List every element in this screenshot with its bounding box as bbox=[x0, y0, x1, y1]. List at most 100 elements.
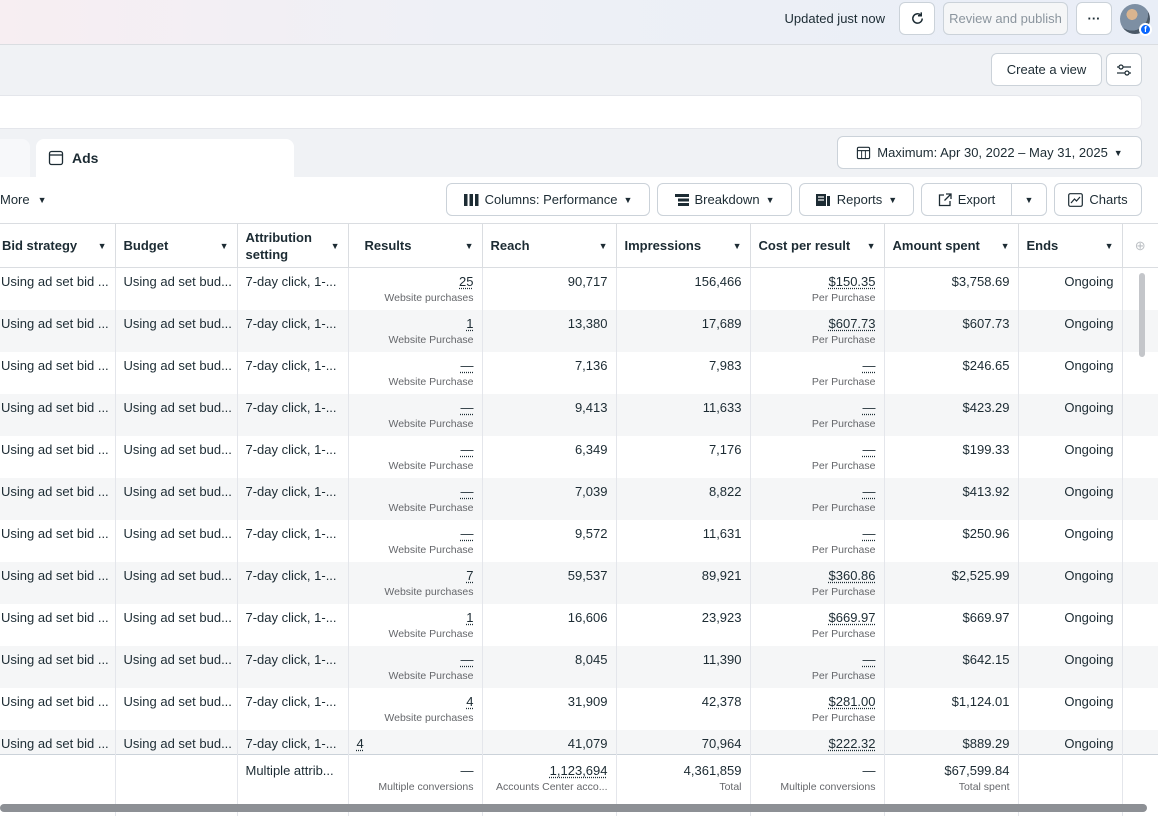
top-bar: Updated just now Review and publish ··· … bbox=[0, 0, 1158, 45]
column-header-cost-per-result[interactable]: Cost per result ▼ bbox=[750, 223, 885, 268]
column-header-results[interactable]: Results ▼ bbox=[348, 223, 483, 268]
export-button[interactable]: Export bbox=[921, 183, 1012, 216]
cost-per-result-value[interactable]: $281.00 bbox=[759, 694, 876, 709]
cost-per-result-value[interactable]: — bbox=[759, 442, 876, 457]
avatar[interactable]: f bbox=[1120, 3, 1152, 36]
sort-caret-icon: ▼ bbox=[732, 240, 742, 251]
table-row[interactable]: Using ad set bid ... Using ad set bud... 7… bbox=[0, 267, 1158, 310]
tab-ads[interactable]: Ads bbox=[36, 139, 294, 177]
bid-strategy-cell: Using ad set bid ... bbox=[0, 603, 116, 646]
reach-cell: 6,349 bbox=[482, 435, 617, 478]
table-row[interactable]: Using ad set bid ... Using ad set bud... 7… bbox=[0, 351, 1158, 394]
results-value[interactable]: — bbox=[357, 526, 474, 541]
table-row[interactable]: Using ad set bid ... Using ad set bud... 7… bbox=[0, 519, 1158, 562]
table-row[interactable]: Using ad set bid ... Using ad set bud... 7… bbox=[0, 309, 1158, 352]
table-row[interactable]: Using ad set bid ... Using ad set bud... 7… bbox=[0, 729, 1158, 754]
ads-table: Bid strategy ▼ Budget ▼ Attribution settin… bbox=[0, 223, 1158, 816]
table-row[interactable]: Using ad set bid ... Using ad set bud... 7… bbox=[0, 561, 1158, 604]
columns-dropdown[interactable]: Columns: Performance ▼ bbox=[446, 183, 650, 216]
results-value[interactable]: — bbox=[357, 442, 474, 457]
table-settings-button[interactable] bbox=[1106, 53, 1142, 86]
cost-per-result-value[interactable]: $360.86 bbox=[759, 568, 876, 583]
row-spacer bbox=[1122, 561, 1158, 604]
charts-label: Charts bbox=[1089, 192, 1128, 207]
results-cell: 1 Website Purchase bbox=[348, 603, 483, 646]
reports-dropdown[interactable]: Reports ▼ bbox=[799, 183, 914, 216]
cost-per-result-value[interactable]: $607.73 bbox=[759, 316, 876, 331]
results-value[interactable]: — bbox=[357, 652, 474, 667]
results-value[interactable]: — bbox=[357, 358, 474, 373]
bid-strategy-cell: Using ad set bid ... bbox=[0, 519, 116, 562]
cost-per-result-value[interactable]: — bbox=[759, 526, 876, 541]
horizontal-scrollbar[interactable] bbox=[0, 804, 1147, 812]
search-filter-bar[interactable] bbox=[0, 95, 1142, 129]
column-header-amount-spent[interactable]: Amount spent ▼ bbox=[884, 223, 1019, 268]
sort-caret-icon: ▼ bbox=[598, 240, 608, 251]
table-row[interactable]: Using ad set bid ... Using ad set bud... 7… bbox=[0, 603, 1158, 646]
vertical-scrollbar[interactable] bbox=[1139, 273, 1145, 357]
column-header-ends[interactable]: Ends ▼ bbox=[1018, 223, 1123, 268]
breakdown-dropdown[interactable]: Breakdown ▼ bbox=[657, 183, 792, 216]
export-dropdown-button[interactable]: ▼ bbox=[1011, 183, 1047, 216]
column-header-reach[interactable]: Reach ▼ bbox=[482, 223, 617, 268]
column-header-bid-strategy[interactable]: Bid strategy ▼ bbox=[0, 223, 116, 268]
more-options-button[interactable]: ··· bbox=[1076, 2, 1112, 35]
results-value[interactable]: — bbox=[357, 400, 474, 415]
add-column-button[interactable]: ⊕ bbox=[1122, 223, 1158, 268]
budget-cell: Using ad set bud... bbox=[115, 519, 238, 562]
attribution-cell: 7-day click, 1-... bbox=[237, 561, 349, 604]
table-row[interactable]: Using ad set bid ... Using ad set bud... 7… bbox=[0, 687, 1158, 730]
impressions-cell: 11,633 bbox=[616, 393, 751, 436]
reach-cell: 31,909 bbox=[482, 687, 617, 730]
budget-cell: Using ad set bud... bbox=[115, 267, 238, 310]
calendar-icon bbox=[857, 146, 871, 160]
budget-cell: Using ad set bud... bbox=[115, 729, 238, 754]
refresh-button[interactable] bbox=[899, 2, 935, 35]
more-dropdown[interactable]: More ▼ bbox=[0, 192, 47, 207]
impressions-cell: 70,964 bbox=[616, 729, 751, 754]
results-value[interactable]: — bbox=[357, 484, 474, 499]
date-range-label: Maximum: Apr 30, 2022 – May 31, 2025 bbox=[877, 145, 1108, 160]
results-value[interactable]: 4 bbox=[357, 736, 474, 751]
results-value[interactable]: 1 bbox=[357, 610, 473, 625]
results-subtext: Website Purchase bbox=[388, 543, 474, 556]
table-row[interactable]: Using ad set bid ... Using ad set bud... 7… bbox=[0, 645, 1158, 688]
table-row[interactable]: Using ad set bid ... Using ad set bud... 7… bbox=[0, 477, 1158, 520]
reach-cell: 7,039 bbox=[482, 477, 617, 520]
export-label: Export bbox=[957, 192, 996, 207]
tab-ad-sets[interactable] bbox=[0, 139, 30, 177]
cost-per-result-value[interactable]: $669.97 bbox=[759, 610, 876, 625]
attribution-cell: 7-day click, 1-... bbox=[237, 435, 349, 478]
reach-cell: 8,045 bbox=[482, 645, 617, 688]
review-publish-button[interactable]: Review and publish bbox=[943, 2, 1068, 35]
results-value[interactable]: 1 bbox=[357, 316, 473, 331]
table-row[interactable]: Using ad set bid ... Using ad set bud... 7… bbox=[0, 393, 1158, 436]
cost-per-result-value[interactable]: $222.32 bbox=[759, 736, 876, 751]
amount-spent-cell: $250.96 bbox=[884, 519, 1019, 562]
cost-per-result-value[interactable]: — bbox=[759, 484, 876, 499]
cost-per-result-value[interactable]: — bbox=[759, 400, 876, 415]
results-value[interactable]: 4 bbox=[357, 694, 473, 709]
cost-per-result-cell: $607.73 Per Purchase bbox=[750, 309, 885, 352]
impressions-cell: 8,822 bbox=[616, 477, 751, 520]
ends-cell: Ongoing bbox=[1018, 687, 1123, 730]
ads-table-panel: More ▼ Columns: Performance ▼ Breakdown … bbox=[0, 177, 1158, 819]
results-cell: 25 Website purchases bbox=[348, 267, 483, 310]
date-range-picker[interactable]: Maximum: Apr 30, 2022 – May 31, 2025 ▼ bbox=[837, 136, 1142, 169]
results-value[interactable]: 25 bbox=[357, 274, 473, 289]
results-value[interactable]: 7 bbox=[357, 568, 473, 583]
cost-per-result-value[interactable]: — bbox=[759, 358, 876, 373]
column-header-budget[interactable]: Budget ▼ bbox=[115, 223, 238, 268]
cost-per-result-value[interactable]: — bbox=[759, 652, 876, 667]
column-header-impressions[interactable]: Impressions ▼ bbox=[616, 223, 751, 268]
ends-cell: Ongoing bbox=[1018, 267, 1123, 310]
table-row[interactable]: Using ad set bid ... Using ad set bud... 7… bbox=[0, 435, 1158, 478]
ends-cell: Ongoing bbox=[1018, 561, 1123, 604]
bid-strategy-cell: Using ad set bid ... bbox=[0, 309, 116, 352]
charts-button[interactable]: Charts bbox=[1054, 183, 1142, 216]
column-header-attribution[interactable]: Attribution setting ▼ bbox=[237, 223, 349, 268]
budget-cell: Using ad set bud... bbox=[115, 645, 238, 688]
cost-per-result-cell: — Per Purchase bbox=[750, 519, 885, 562]
cost-per-result-value[interactable]: $150.35 bbox=[759, 274, 876, 289]
create-view-button[interactable]: Create a view bbox=[991, 53, 1102, 86]
